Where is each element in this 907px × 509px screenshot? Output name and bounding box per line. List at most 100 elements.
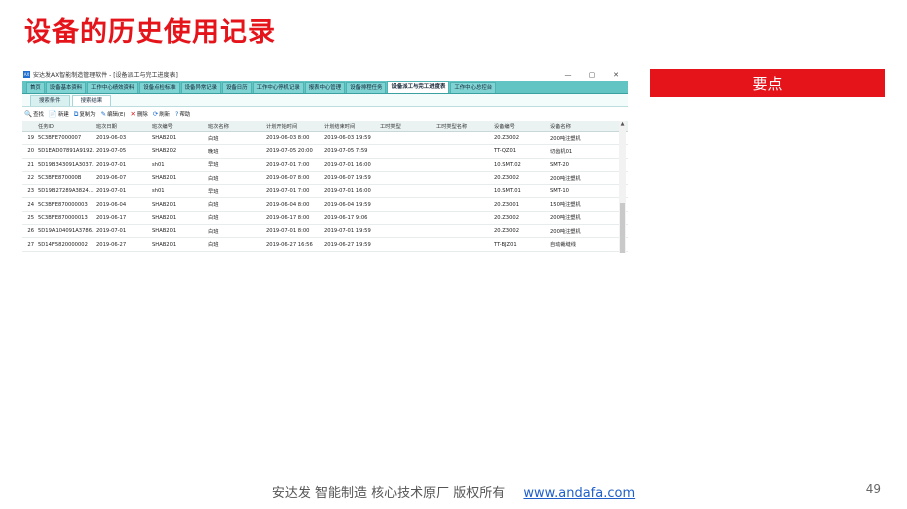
table-cell: 5C3BFE870000013 [38,214,88,221]
toolbar-button-3[interactable]: ✎ 编辑(E) [101,110,126,118]
toolbar-button-4[interactable]: ✕ 删除 [130,110,147,118]
table-cell: 2019-07-01 8:00 [266,228,310,235]
table-cell: 白班 [208,202,219,209]
edit-icon: ✎ [100,110,107,118]
table-row[interactable]: 24 5C3BFE870000003 2019-06-04 SHAB201 白班 2019… [22,198,628,212]
tab-5[interactable]: 设备日历 [222,82,252,93]
table-row[interactable]: 21 5D19B343091A3037... 2019-07-01 sh01 早班 201… [22,159,628,172]
table-cell: 21 [27,161,34,168]
table-cell: SHAB202 [152,148,177,155]
toolbar-button-5[interactable]: ⟳ 刷新 [153,110,170,118]
tab-7[interactable]: 报表中心管理 [304,82,346,93]
table-cell: 20.Z3002 [494,175,520,182]
tab-9[interactable]: 设备派工与完工进度表 [387,81,450,93]
table-cell: 2019-07-05 20:00 [266,148,313,155]
toolbar-button-1[interactable]: 📄 新建 [49,110,69,118]
column-header-5[interactable]: 计划开始时间 [264,123,322,130]
tab-4[interactable]: 设备异常记录 [180,82,222,93]
table-cell: 20.Z3002 [494,135,520,142]
column-header-9[interactable]: 设备编号 [492,123,548,130]
table-cell: 2019-07-01 [96,188,127,195]
window-titlebar: AX 安达发AX智能制造管理软件 - [设备派工与完工进度表] — ▢ ✕ [22,68,628,81]
table-cell: 2019-06-04 8:00 [266,201,310,208]
table-row[interactable]: 22 5C3BFE870000B 2019-06-07 SHAB201 白班 2019-0… [22,172,628,186]
footer-link[interactable]: www.andafa.com [523,486,635,501]
new-icon: 📄 [48,110,57,118]
column-header-2[interactable]: 班次日期 [94,123,150,130]
tab-10[interactable]: 工作中心总控台 [450,82,497,93]
table-cell: 2019-07-01 7:00 [266,161,310,168]
table-cell: 27 [27,241,34,248]
table-cell: 20.Z3002 [494,214,520,221]
toolbar: 🔍 查找 📄 新建 ⧉ 复制为 ✎ 编辑(E) ✕ 删除 ⟳ 刷新 ? 帮助 [22,107,628,121]
table-cell: 白班 [208,242,219,249]
table-cell: SHAB201 [152,241,177,248]
subtab-1[interactable]: 搜索结果 [71,95,112,106]
table-cell: 2019-06-17 8:00 [266,214,310,221]
table-cell: 2019-06-04 19:59 [324,201,371,208]
close-icon[interactable]: ✕ [604,71,628,79]
toolbar-button-6[interactable]: ? 帮助 [175,110,190,118]
tab-8[interactable]: 设备排程任务 [346,82,387,93]
table-cell: 200吨注塑机 [550,228,581,235]
toolbar-button-label: 编辑(E) [107,112,126,118]
table-row[interactable]: 23 5D19B27289A3824... 2019-07-01 sh01 早班 2019… [22,185,628,199]
subtab-0[interactable]: 搜索条件 [30,95,70,106]
table-cell: 晚班 [208,148,219,155]
column-header-6[interactable]: 计划结束时间 [322,123,378,130]
table-cell: 2019-07-01 [96,161,127,168]
table-row[interactable]: 27 5D14F5820000002 2019-06-27 SHAB201 白班 2019… [22,238,628,252]
table-cell: 5D19B27289A3824... [38,188,94,195]
scroll-thumb[interactable] [620,203,625,253]
table-cell: 2019-06-03 19:59 [324,135,371,142]
table-cell: SHAB201 [152,201,177,208]
maximize-icon[interactable]: ▢ [580,71,604,79]
minimize-icon[interactable]: — [556,71,580,79]
column-header-1[interactable]: 任务ID [36,123,94,130]
table-cell: 2019-07-01 [96,228,127,235]
vertical-scrollbar[interactable]: ▲ [619,121,626,253]
table-cell: 20.Z3001 [494,201,520,208]
table-row[interactable]: 20 5D1EAD07891A9192... 2019-07-05 SHAB202 晚班… [22,145,628,159]
tab-2[interactable]: 工作中心绩效资料 [87,82,139,93]
column-header-8[interactable]: 工时类型名称 [434,123,492,130]
table-cell: 20 [27,148,34,155]
toolbar-button-label: 新建 [57,112,69,118]
page-number: 49 [865,482,881,496]
table-cell: 白班 [208,135,219,142]
table-cell: 5D1EAD07891A9192... [38,148,94,155]
table-cell: 5D14F5820000002 [38,241,88,248]
column-header-10[interactable]: 设备名称 [548,123,605,130]
toolbar-button-0[interactable]: 🔍 查找 [24,110,44,118]
table-cell: 200吨注塑机 [550,215,581,222]
toolbar-button-label: 刷新 [159,112,170,118]
table-cell: 2019-06-27 16:56 [266,241,313,248]
toolbar-button-label: 查找 [33,112,44,118]
table-cell: 自动裁缝线 [550,242,576,249]
app-window: AX 安达发AX智能制造管理软件 - [设备派工与完工进度表] — ▢ ✕ 首页… [22,68,628,254]
column-header-7[interactable]: 工时类型 [378,123,434,130]
table-row[interactable]: 19 5C3BFE7000007 2019-06-03 SHAB201 白班 2019-0… [22,132,628,146]
table-row[interactable]: 25 5C3BFE870000013 2019-06-17 SHAB201 白班 2019… [22,212,628,226]
tab-0[interactable]: 首页 [26,82,45,93]
app-logo-icon: AX [23,71,30,78]
tab-1[interactable]: 设备基本资料 [45,82,87,93]
table-row[interactable]: 26 5D19A104091A3786... 2019-07-01 SHAB201 白班… [22,225,628,239]
data-grid: 任务ID 班次日期 班次编号 班次名称 计划开始时间 计划结束时间 工时类型 工时类型名称 设备… [22,121,628,254]
scroll-up-icon[interactable]: ▲ [619,121,626,127]
table-cell: SMT-10 [550,188,569,195]
copy-icon: ⧉ [73,109,79,118]
table-cell: 2019-07-01 19:59 [324,228,371,235]
table-cell: 2019-06-17 [96,214,127,221]
table-cell: 10.SMT.02 [494,161,521,168]
column-header-3[interactable]: 班次编号 [150,123,206,130]
table-row[interactable]: 285D1C1A6609A3938...2019-07-03sh01早班2019… [22,252,628,254]
help-icon: ? [174,110,179,118]
column-header-4[interactable]: 班次名称 [206,123,264,130]
table-cell: 2019-06-03 8:00 [266,135,310,142]
toolbar-button-2[interactable]: ⧉ 复制为 [74,110,96,119]
table-cell: 10.SMT.01 [494,188,521,195]
tab-6[interactable]: 工作中心停机记录 [252,82,304,93]
tab-3[interactable]: 设备点检标准 [139,82,180,93]
table-cell: 5D19B343091A3037... [38,161,94,168]
